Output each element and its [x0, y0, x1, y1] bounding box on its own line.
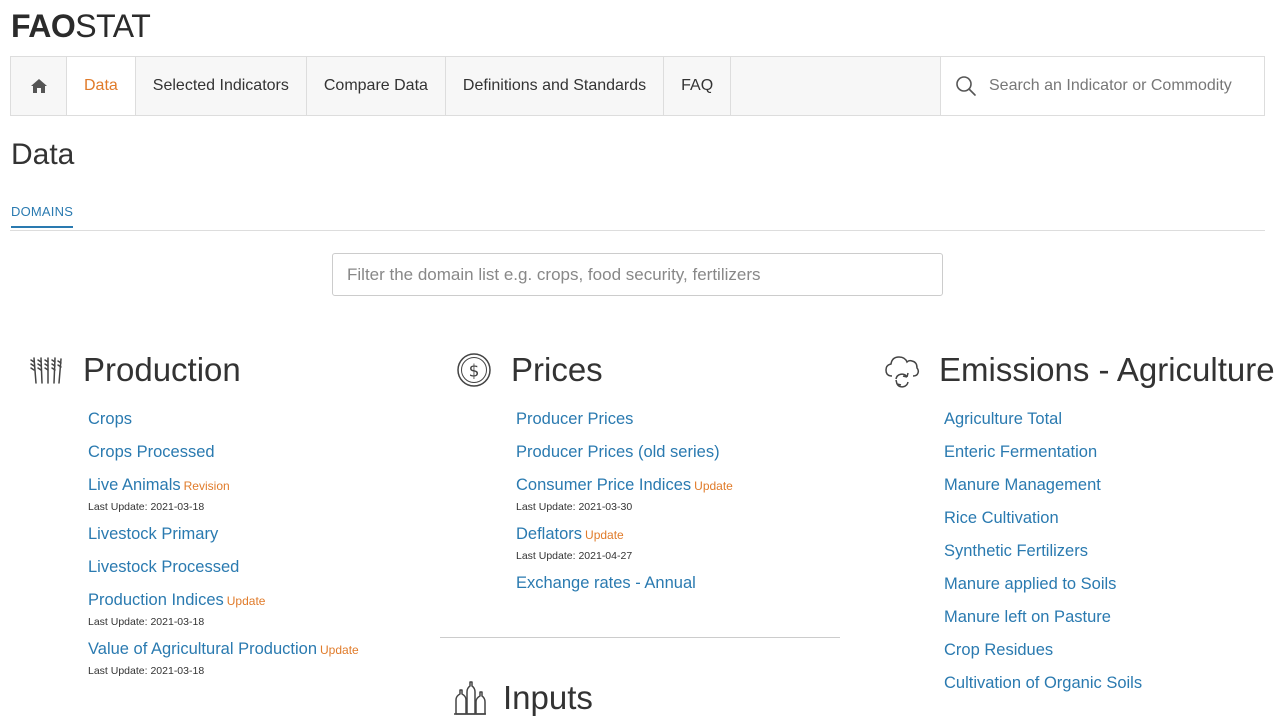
- link-synthetic-fertilizers[interactable]: Synthetic Fertilizers: [944, 542, 1088, 560]
- link-production-indices[interactable]: Production Indices: [88, 591, 224, 609]
- link-rice-cultivation[interactable]: Rice Cultivation: [944, 509, 1059, 527]
- tab-domains[interactable]: DOMAINS: [11, 204, 74, 228]
- last-update: Last Update: 2021-04-27: [516, 550, 633, 562]
- inputs-header: Inputs: [448, 672, 593, 720]
- list-item: Manure applied to Soils: [944, 575, 1276, 594]
- list-item: Production Indices Update Last Update: 20…: [88, 591, 420, 628]
- nav-selected-indicators[interactable]: Selected Indicators: [136, 57, 307, 115]
- list-item: Manure left on Pasture: [944, 608, 1276, 627]
- update-badge: Update: [585, 528, 624, 542]
- link-crop-residues[interactable]: Crop Residues: [944, 641, 1053, 659]
- prices-header: $ Prices: [448, 344, 848, 396]
- list-item: Livestock Processed: [88, 558, 420, 577]
- section-divider: [440, 637, 840, 638]
- link-producer-prices[interactable]: Producer Prices: [516, 410, 633, 428]
- nav-data[interactable]: Data: [67, 57, 136, 115]
- list-item: Deflators Update Last Update: 2021-04-27: [516, 525, 848, 562]
- link-live-animals[interactable]: Live Animals: [88, 476, 181, 494]
- update-badge: Update: [226, 594, 266, 608]
- update-badge: Update: [320, 643, 359, 657]
- link-deflators[interactable]: Deflators: [516, 525, 582, 543]
- home-icon: [30, 79, 47, 93]
- production-header: Production: [20, 344, 420, 396]
- emissions-header: Emissions - Agriculture: [876, 344, 1276, 396]
- nav-home[interactable]: [11, 57, 67, 115]
- list-item: Producer Prices: [516, 410, 848, 429]
- link-manure-management[interactable]: Manure Management: [944, 476, 1101, 494]
- production-title: Production: [83, 351, 241, 388]
- wheat-icon: [30, 357, 62, 384]
- list-item: Rice Cultivation: [944, 509, 1276, 528]
- link-enteric-fermentation[interactable]: Enteric Fermentation: [944, 443, 1097, 461]
- bottles-icon: [454, 681, 486, 715]
- faostat-logo[interactable]: FAOSTAT: [11, 8, 151, 45]
- list-item: Crop Residues: [944, 641, 1276, 660]
- list-item: Crops Processed: [88, 443, 420, 462]
- revision-badge: Revision: [183, 479, 230, 493]
- list-item: Enteric Fermentation: [944, 443, 1276, 462]
- link-livestock-primary[interactable]: Livestock Primary: [88, 525, 218, 543]
- search-icon[interactable]: [955, 75, 977, 97]
- link-manure-left-pasture[interactable]: Manure left on Pasture: [944, 608, 1111, 626]
- list-item: Synthetic Fertilizers: [944, 542, 1276, 561]
- link-manure-applied-soils[interactable]: Manure applied to Soils: [944, 575, 1116, 593]
- last-update: Last Update: 2021-03-18: [88, 501, 205, 513]
- link-agriculture-total[interactable]: Agriculture Total: [944, 410, 1062, 428]
- last-update: Last Update: 2021-03-18: [88, 665, 205, 677]
- list-item: Consumer Price Indices Update Last Update…: [516, 476, 848, 513]
- list-item: Producer Prices (old series): [516, 443, 848, 462]
- dollar-circle-icon: $: [457, 353, 491, 387]
- svg-text:$: $: [469, 362, 480, 382]
- emissions-title: Emissions - Agriculture: [939, 351, 1275, 388]
- link-crops-processed[interactable]: Crops Processed: [88, 443, 215, 461]
- link-livestock-processed[interactable]: Livestock Processed: [88, 558, 239, 576]
- nav-search-box: [940, 57, 1264, 115]
- indicator-search-input[interactable]: [989, 77, 1249, 95]
- link-cultivation-organic-soils[interactable]: Cultivation of Organic Soils: [944, 674, 1142, 692]
- link-producer-prices-old[interactable]: Producer Prices (old series): [516, 443, 720, 461]
- list-item: Manure Management: [944, 476, 1276, 495]
- list-item: Livestock Primary: [88, 525, 420, 544]
- list-item: Value of Agricultural Production Update L…: [88, 640, 420, 677]
- last-update: Last Update: 2021-03-30: [516, 501, 633, 513]
- link-value-agricultural-production[interactable]: Value of Agricultural Production: [88, 640, 317, 658]
- link-consumer-price-indices[interactable]: Consumer Price Indices: [516, 476, 691, 494]
- production-column: Production Crops Crops Processed Live An…: [20, 344, 420, 689]
- link-exchange-rates-annual[interactable]: Exchange rates - Annual: [516, 574, 696, 592]
- update-badge: Update: [694, 479, 733, 493]
- cloud-cycle-icon: [885, 356, 920, 388]
- domain-filter-input[interactable]: [332, 253, 943, 296]
- link-crops[interactable]: Crops: [88, 410, 132, 428]
- emissions-column: Emissions - Agriculture Agriculture Tota…: [876, 344, 1276, 707]
- list-item: Cultivation of Organic Soils: [944, 674, 1276, 693]
- nav-faq[interactable]: FAQ: [664, 57, 732, 115]
- list-item: Agriculture Total: [944, 410, 1276, 429]
- tab-bar: DOMAINS: [10, 200, 1265, 231]
- main-navbar: Data Selected Indicators Compare Data De…: [10, 56, 1265, 116]
- nav-definitions-standards[interactable]: Definitions and Standards: [446, 57, 665, 115]
- nav-compare-data[interactable]: Compare Data: [307, 57, 446, 115]
- last-update: Last Update: 2021-03-18: [88, 616, 205, 628]
- inputs-title: Inputs: [503, 679, 593, 716]
- list-item: Exchange rates - Annual: [516, 574, 848, 593]
- page-title: Data: [11, 138, 75, 171]
- prices-column: $ Prices Producer Prices Producer Prices…: [448, 344, 848, 607]
- list-item: Live Animals Revision Last Update: 2021-0…: [88, 476, 420, 513]
- prices-title: Prices: [511, 351, 603, 388]
- logo-regular: STAT: [75, 8, 151, 44]
- logo-bold: FAO: [11, 8, 76, 44]
- list-item: Crops: [88, 410, 420, 429]
